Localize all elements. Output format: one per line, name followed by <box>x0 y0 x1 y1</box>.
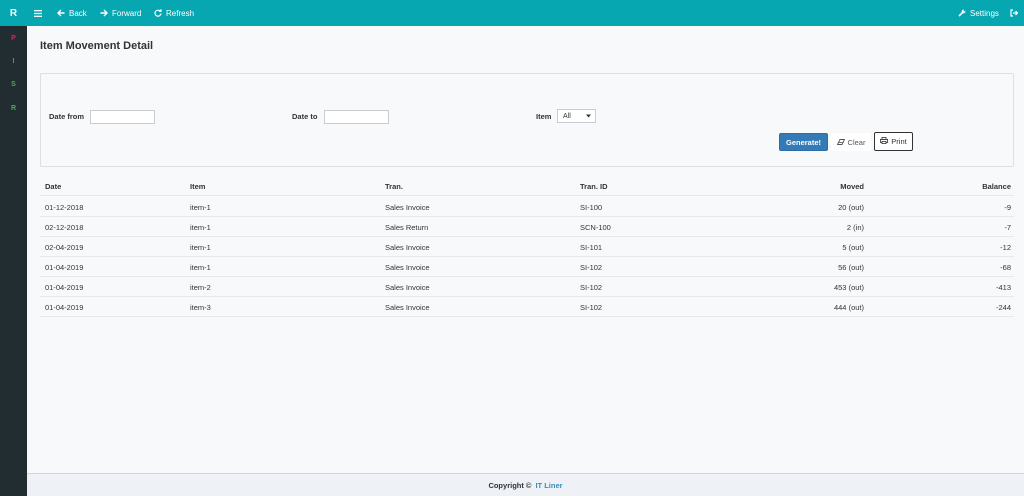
cell-tran-id: SI-102 <box>580 282 603 292</box>
cell-item: item-1 <box>190 202 211 212</box>
cell-moved: 2 (in) <box>846 222 864 232</box>
cell-tran-id: SCN-100 <box>580 222 611 232</box>
cell-tran-id: SI-102 <box>580 262 603 272</box>
cell-moved: 5 (out) <box>842 242 864 252</box>
cell-date: 02-04-2019 <box>45 242 84 252</box>
date-from-label: Date from <box>49 112 85 121</box>
cell-balance: -7 <box>1004 222 1011 232</box>
top-navbar: R Back Forward Refresh Settings <box>0 0 1024 26</box>
item-select[interactable]: All <box>557 109 596 123</box>
table-row[interactable]: 01-04-2019 item-2 Sales Invoice SI-102 4… <box>40 277 1014 297</box>
cell-item: item-3 <box>190 302 211 312</box>
sidebar-item-label: I <box>12 57 15 65</box>
sidebar-item-label: R <box>10 104 17 112</box>
sign-out-icon <box>1010 9 1018 17</box>
column-header-moved[interactable]: Moved <box>740 176 864 196</box>
cell-balance: -68 <box>1000 262 1011 272</box>
refresh-button[interactable]: Refresh <box>154 0 194 26</box>
page-title: Item Movement Detail <box>40 40 154 52</box>
brand-logo[interactable]: R <box>0 0 27 26</box>
table-row[interactable]: 02-12-2018 item-1 Sales Return SCN-100 2… <box>40 217 1014 237</box>
print-button[interactable]: Print <box>874 132 913 151</box>
refresh-icon <box>154 9 162 17</box>
cell-balance: -9 <box>1004 202 1011 212</box>
company-link[interactable]: IT Liner <box>535 481 562 490</box>
clear-label: Clear <box>847 137 866 147</box>
eraser-icon <box>836 138 845 147</box>
sidebar-item-label: S <box>11 80 16 88</box>
table-header-row: Date Item Tran. Tran. ID Moved Balance <box>40 176 1014 196</box>
item-label: Item <box>536 112 552 121</box>
main-content: Item Movement Detail Date from Date to I… <box>27 26 1024 473</box>
logout-button[interactable] <box>1010 0 1018 26</box>
generate-button[interactable]: Generate! <box>779 133 828 151</box>
cell-tran-id: SI-102 <box>580 302 603 312</box>
table-row[interactable]: 01-04-2019 item-3 Sales Invoice SI-102 4… <box>40 297 1014 317</box>
cell-item: item-1 <box>190 242 211 252</box>
cell-item: item-2 <box>190 282 211 292</box>
cell-moved: 56 (out) <box>838 262 864 272</box>
cell-balance: -413 <box>995 282 1011 292</box>
forward-label: Forward <box>112 8 142 18</box>
filter-panel: Date from Date to Item All Generate! Cle… <box>40 73 1014 167</box>
arrow-right-icon <box>100 9 108 17</box>
settings-label: Settings <box>970 8 999 18</box>
table-row[interactable]: 02-04-2019 item-1 Sales Invoice SI-101 5… <box>40 237 1014 257</box>
arrow-left-icon <box>57 9 65 17</box>
date-to-label: Date to <box>292 112 318 121</box>
cell-tran-id: SI-100 <box>580 202 603 212</box>
cell-balance: -244 <box>995 302 1011 312</box>
cell-tran: Sales Invoice <box>385 242 430 252</box>
item-select-value: All <box>563 112 571 120</box>
table-row[interactable]: 01-04-2019 item-1 Sales Invoice SI-102 5… <box>40 257 1014 277</box>
cell-date: 01-04-2019 <box>45 302 84 312</box>
copyright-text: Copyright © <box>488 480 532 490</box>
clear-button[interactable]: Clear <box>831 133 871 151</box>
cell-date: 02-12-2018 <box>45 222 84 232</box>
cell-tran-id: SI-101 <box>580 242 603 252</box>
column-header-tran-id[interactable]: Tran. ID <box>580 176 608 196</box>
sidebar: P I S R <box>0 26 27 496</box>
column-header-balance[interactable]: Balance <box>890 176 1011 196</box>
forward-button[interactable]: Forward <box>100 0 141 26</box>
menu-toggle-button[interactable] <box>34 0 42 26</box>
caret-down-icon <box>586 113 591 120</box>
column-header-date[interactable]: Date <box>45 176 61 196</box>
cell-date: 01-12-2018 <box>45 202 84 212</box>
date-to-input[interactable] <box>324 110 389 124</box>
back-button[interactable]: Back <box>57 0 87 26</box>
cell-tran: Sales Invoice <box>385 262 430 272</box>
footer: Copyright © IT Liner <box>27 473 1024 496</box>
cell-moved: 20 (out) <box>838 202 864 212</box>
cell-item: item-1 <box>190 222 211 232</box>
sidebar-item-p[interactable]: P <box>0 30 27 46</box>
sidebar-item-r[interactable]: R <box>0 100 27 116</box>
cell-moved: 453 (out) <box>833 282 864 292</box>
cell-item: item-1 <box>190 262 211 272</box>
table-row[interactable]: 01-12-2018 item-1 Sales Invoice SI-100 2… <box>40 197 1014 217</box>
back-label: Back <box>69 8 87 18</box>
printer-icon <box>880 137 889 146</box>
wrench-icon <box>958 9 966 17</box>
column-header-item[interactable]: Item <box>190 176 205 196</box>
sidebar-item-s[interactable]: S <box>0 76 27 92</box>
print-label: Print <box>891 137 907 146</box>
sidebar-item-label: P <box>11 34 16 42</box>
cell-moved: 444 (out) <box>833 302 864 312</box>
cell-date: 01-04-2019 <box>45 282 84 292</box>
column-header-tran[interactable]: Tran. <box>385 176 403 196</box>
settings-button[interactable]: Settings <box>958 0 999 26</box>
cell-tran: Sales Invoice <box>385 282 430 292</box>
hamburger-icon <box>34 9 42 17</box>
cell-tran: Sales Return <box>385 222 429 232</box>
cell-balance: -12 <box>1000 242 1011 252</box>
sidebar-item-i[interactable]: I <box>0 53 27 69</box>
cell-tran: Sales Invoice <box>385 302 430 312</box>
cell-date: 01-04-2019 <box>45 262 84 272</box>
cell-tran: Sales Invoice <box>385 202 430 212</box>
date-from-input[interactable] <box>90 110 155 124</box>
refresh-label: Refresh <box>166 8 195 18</box>
generate-label: Generate! <box>785 137 821 147</box>
